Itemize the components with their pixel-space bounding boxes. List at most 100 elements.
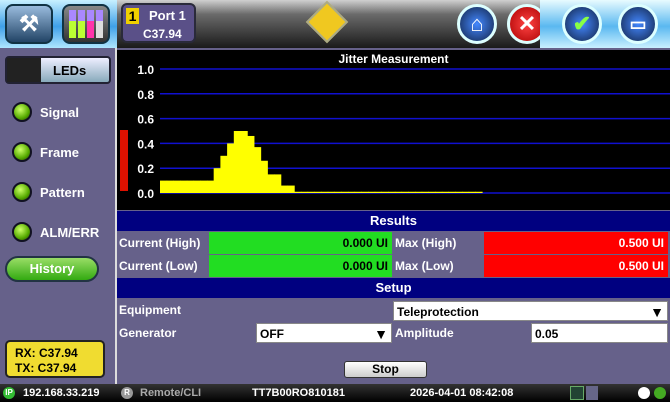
results-header: Results xyxy=(117,211,670,231)
signal-warning-icon[interactable] xyxy=(305,0,349,44)
storage-icon[interactable] xyxy=(586,386,598,400)
generator-label: Generator xyxy=(119,326,177,340)
history-button[interactable]: History xyxy=(5,256,99,282)
histogram-bar xyxy=(267,174,275,193)
jitter-chart: Jitter Measurement 1.0 0.8 0.6 0.4 0.2 0.0 xyxy=(117,50,670,210)
stop-button[interactable]: Stop xyxy=(344,361,427,378)
current-high-label: Current (High) xyxy=(119,236,201,250)
histogram-bar xyxy=(468,191,476,193)
files-button[interactable]: ▭ xyxy=(618,4,658,44)
histogram-bar xyxy=(274,174,282,193)
leds-icon xyxy=(7,58,41,82)
y-tick-label: 0.4 xyxy=(137,137,154,151)
histogram-bar xyxy=(193,180,201,193)
max-high-value: 0.500 UI xyxy=(484,232,668,254)
close-icon: ✕ xyxy=(517,11,537,36)
led-icon xyxy=(12,102,32,122)
histogram-bar xyxy=(300,191,309,193)
amplitude-input[interactable]: 0.05 xyxy=(531,323,668,343)
leds-button-label: LEDs xyxy=(53,63,87,78)
y-tick-label: 0.2 xyxy=(137,162,154,176)
histogram-bar xyxy=(327,191,335,193)
tools-icon: ⚒ xyxy=(19,11,39,36)
histogram-bar xyxy=(220,155,228,193)
network-icon[interactable] xyxy=(654,387,666,399)
leds-button[interactable]: LEDs xyxy=(5,56,111,84)
histogram-bar xyxy=(455,191,463,193)
histogram-bar xyxy=(354,191,362,193)
histogram-bar xyxy=(408,191,416,193)
port-selector[interactable]: 1 Port 1 C37.94 xyxy=(121,3,196,43)
histogram-bar xyxy=(260,160,268,193)
equipment-value: Teleprotection xyxy=(397,305,479,319)
led-label: Frame xyxy=(40,144,80,160)
histogram-bar xyxy=(280,185,288,193)
home-icon: ⌂ xyxy=(470,11,484,36)
histogram-bar xyxy=(368,191,376,193)
y-tick-label: 0.0 xyxy=(137,187,154,201)
histogram-bar xyxy=(314,191,322,193)
amplitude-label: Amplitude xyxy=(395,326,454,340)
led-label: Signal xyxy=(40,104,80,120)
led-pattern: Pattern xyxy=(12,182,85,202)
port-label: Port 1 xyxy=(149,8,186,23)
equipment-select[interactable]: Teleprotection ▼ xyxy=(393,301,668,321)
histogram-bar xyxy=(381,191,389,193)
histogram-bar xyxy=(180,180,188,193)
histogram-bar xyxy=(213,168,221,193)
max-low-value: 0.500 UI xyxy=(484,255,668,277)
histogram-bar xyxy=(401,191,409,193)
histogram-bar xyxy=(461,191,470,193)
histogram-bar xyxy=(441,191,450,193)
setup-header: Setup xyxy=(117,278,670,298)
rx-mode: RX: C37.94 xyxy=(15,346,78,360)
histogram-bar xyxy=(287,185,295,193)
chart-plot: 1.0 0.8 0.6 0.4 0.2 0.0 xyxy=(120,63,670,201)
top-right-toolbar: ✔ ▭ xyxy=(540,0,670,48)
histogram-bar xyxy=(240,131,248,193)
histogram-bar xyxy=(173,180,181,193)
ports-button[interactable] xyxy=(62,4,110,44)
histogram-bar xyxy=(347,191,356,193)
port-mode: C37.94 xyxy=(143,27,182,41)
histogram-bar xyxy=(435,191,443,193)
tx-mode: TX: C37.94 xyxy=(15,361,77,375)
histogram-bar xyxy=(200,180,208,193)
histogram-bar xyxy=(428,191,436,193)
led-icon xyxy=(12,182,32,202)
histogram-bar xyxy=(341,191,349,193)
histogram-bar xyxy=(448,191,456,193)
led-icon xyxy=(12,222,32,242)
ip-address: 192.168.33.219 xyxy=(23,387,100,399)
report-button[interactable]: ✔ xyxy=(562,4,602,44)
histogram-bar xyxy=(361,191,369,193)
tools-button[interactable]: ⚒ xyxy=(5,4,53,44)
generator-select[interactable]: OFF ▼ xyxy=(256,323,392,343)
histogram-bar xyxy=(294,191,302,193)
status-bar: IP 192.168.33.219 R Remote/CLI TT7B00RO8… xyxy=(0,384,670,402)
remote-status: Remote/CLI xyxy=(140,387,202,399)
current-high-value: 0.000 UI xyxy=(209,232,392,254)
histogram-bar xyxy=(394,191,403,193)
histogram-bar xyxy=(415,191,423,193)
dropdown-arrow-icon: ▼ xyxy=(650,304,664,320)
home-button[interactable]: ⌂ xyxy=(457,4,497,44)
rx-tx-info: RX: C37.94 TX: C37.94 xyxy=(5,340,105,378)
led-alm-err: ALM/ERR xyxy=(12,222,99,242)
histogram-bar xyxy=(160,180,168,193)
settings-icon[interactable] xyxy=(638,387,650,399)
histogram-bar xyxy=(233,131,242,193)
histogram-bar xyxy=(186,180,195,193)
histogram-bar xyxy=(374,191,382,193)
top-left-toolbar: ⚒ xyxy=(0,0,117,48)
histogram-bar xyxy=(475,191,483,193)
led-frame: Frame xyxy=(12,142,79,162)
port-number: 1 xyxy=(126,8,139,24)
histogram-bar xyxy=(307,191,315,193)
max-low-label: Max (Low) xyxy=(395,259,454,273)
signal-graph-icon[interactable] xyxy=(570,386,584,400)
y-tick-label: 0.8 xyxy=(137,88,154,102)
current-low-value: 0.000 UI xyxy=(209,255,392,277)
led-label: ALM/ERR xyxy=(40,224,100,240)
led-signal: Signal xyxy=(12,102,79,122)
